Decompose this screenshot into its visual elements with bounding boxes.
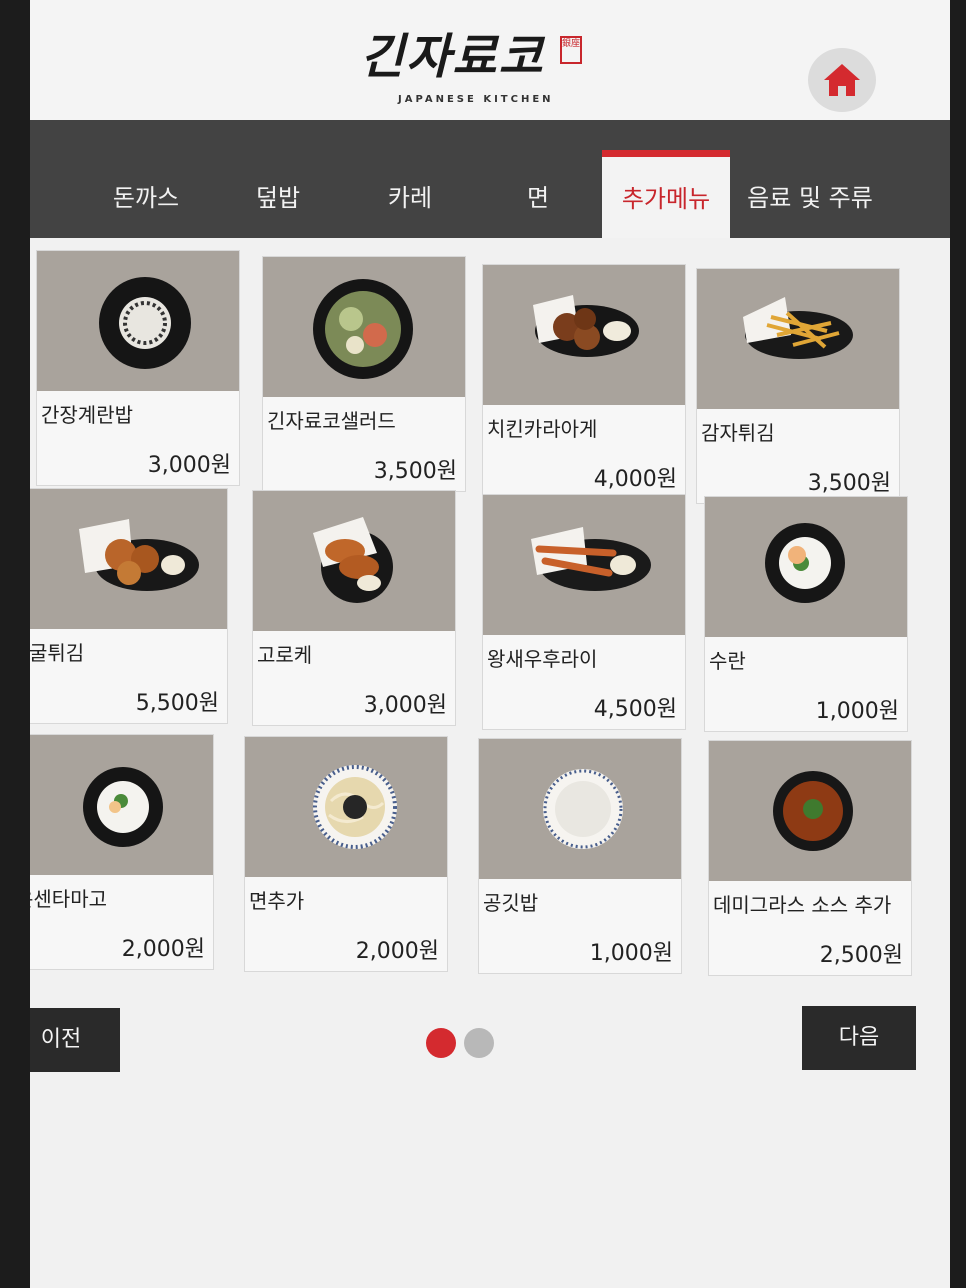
logo-text: 긴자료코 [360, 29, 545, 85]
menu-item-name: 면추가 [249, 889, 305, 913]
menu-item-price: 5,500원 [135, 691, 219, 716]
menu-item-card[interactable]: 굴튀김 5,500원 [30, 488, 228, 724]
tab-deopbap[interactable]: 덮밥 [214, 164, 342, 238]
menu-item-card[interactable]: 감자튀김 3,500원 [696, 268, 900, 504]
kiosk-screen: 긴자료코 銀座 JAPANESE KITCHEN 돈까스 덮밥 카레 면 추가메… [30, 0, 950, 1288]
salad-bowl-icon [313, 279, 413, 379]
menu-item-price: 3,500원 [373, 459, 457, 484]
menu-grid: 간장계란밥 3,000원 긴자료코샐러드 3,500원 치킨카라아게 4,000… [30, 238, 950, 998]
tab-noodles[interactable]: 면 [474, 164, 602, 238]
menu-item-card[interactable]: 면추가 2,000원 [244, 736, 448, 972]
home-icon [824, 64, 860, 96]
tab-donkatsu[interactable]: 돈까스 [82, 164, 210, 238]
category-tabbar: 돈까스 덮밥 카레 면 추가메뉴 음료 및 주류 [30, 120, 950, 238]
sauce-bowl-icon [773, 771, 853, 851]
croquette-icon [313, 517, 393, 603]
menu-item-price: 1,000원 [815, 699, 899, 724]
menu-item-card[interactable]: 온센타마고 2,000원 [30, 734, 214, 970]
menu-item-price: 4,500원 [593, 697, 677, 722]
menu-item-card[interactable]: 고로케 3,000원 [252, 490, 456, 726]
brand-logo: 긴자료코 銀座 JAPANESE KITCHEN [360, 28, 590, 114]
menu-item-name: 긴자료코샐러드 [267, 409, 396, 433]
menu-item-name: 데미그라스 소스 추가 [713, 893, 892, 917]
tab-drinks[interactable]: 음료 및 주류 [730, 164, 890, 238]
menu-item-name: 굴튀김 [30, 641, 85, 665]
menu-item-price: 2,000원 [121, 937, 205, 962]
fried-chicken-icon [533, 295, 639, 357]
fries-icon [743, 297, 853, 359]
menu-item-price: 2,500원 [819, 943, 903, 968]
menu-item-price: 2,000원 [355, 939, 439, 964]
rice-bowl-icon [99, 277, 191, 369]
page-indicator-dot-active[interactable] [426, 1028, 456, 1058]
menu-item-card[interactable]: 공깃밥 1,000원 [478, 738, 682, 974]
menu-item-name: 고로케 [257, 643, 313, 667]
onsen-egg-icon [83, 767, 163, 847]
menu-item-price: 3,000원 [147, 453, 231, 478]
noodle-bowl-icon [313, 765, 397, 849]
rice-bowl-icon [543, 769, 623, 849]
logo-subtitle: JAPANESE KITCHEN [398, 94, 554, 105]
fried-oyster-icon [79, 519, 199, 591]
menu-item-price: 1,000원 [589, 941, 673, 966]
menu-item-name: 왕새우후라이 [487, 647, 598, 671]
menu-item-card[interactable]: 긴자료코샐러드 3,500원 [262, 256, 466, 492]
menu-item-card[interactable]: 왕새우후라이 4,500원 [482, 494, 686, 730]
menu-item-name: 수란 [709, 649, 746, 673]
menu-item-name: 치킨카라아게 [487, 417, 598, 441]
menu-item-price: 4,000원 [593, 467, 677, 492]
logo-stamp: 銀座 [560, 36, 582, 64]
menu-item-name: 간장계란밥 [41, 403, 133, 427]
menu-item-name: 감자튀김 [701, 421, 775, 445]
header: 긴자료코 銀座 JAPANESE KITCHEN [30, 0, 950, 122]
menu-item-name: 공깃밥 [483, 891, 539, 915]
menu-item-price: 3,000원 [363, 693, 447, 718]
menu-item-card[interactable]: 수란 1,000원 [704, 496, 908, 732]
menu-item-name: 온센타마고 [30, 887, 107, 911]
prev-button[interactable]: 이전 [30, 1008, 120, 1072]
page-indicator-dot[interactable] [464, 1028, 494, 1058]
fried-shrimp-icon [531, 527, 651, 591]
next-button[interactable]: 다음 [802, 1006, 916, 1070]
menu-item-price: 3,500원 [807, 471, 891, 496]
poached-egg-icon [765, 523, 845, 603]
menu-item-card[interactable]: 간장계란밥 3,000원 [36, 250, 240, 486]
tab-curry[interactable]: 카레 [346, 164, 474, 238]
tab-extra-menu[interactable]: 추가메뉴 [602, 150, 730, 238]
home-button[interactable] [808, 48, 876, 112]
menu-item-card[interactable]: 치킨카라아게 4,000원 [482, 264, 686, 500]
menu-item-card[interactable]: 데미그라스 소스 추가 2,500원 [708, 740, 912, 976]
